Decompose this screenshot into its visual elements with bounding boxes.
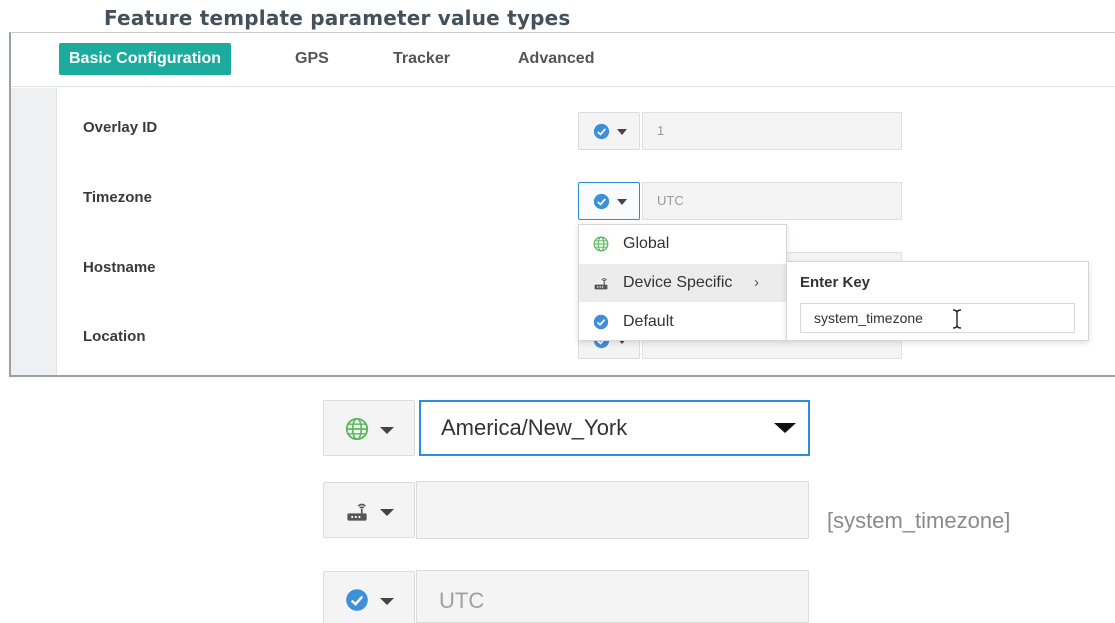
device-specific-value-field[interactable] [416,481,809,539]
dropdown-arrow-icon [774,423,796,433]
text-cursor-icon [952,309,962,329]
hostname-label: Hostname [83,259,156,276]
check-circle-icon [346,589,368,611]
tab-bar: Basic Configuration GPS Tracker Advanced [11,33,1115,87]
default-value-field[interactable]: UTC [416,570,809,623]
global-value: America/New_York [441,415,628,440]
menu-item-label: Device Specific [623,274,733,291]
timezone-field[interactable]: UTC [642,182,902,220]
router-icon [594,278,608,290]
check-circle-icon [593,193,610,210]
figure-heading: Feature template parameter value types [104,6,571,30]
timezone-type-button[interactable] [578,182,640,220]
device-specific-type-button[interactable] [323,482,415,538]
menu-item-default[interactable]: Default [579,303,786,341]
chevron-down-icon [617,129,627,135]
page: Feature template parameter value types B… [0,0,1115,623]
tab-basic-configuration[interactable]: Basic Configuration [59,43,232,75]
enter-key-title: Enter Key [800,274,871,291]
tab-gps[interactable]: GPS [285,43,339,75]
router-icon [347,503,367,521]
overlay-id-type-button[interactable] [578,112,640,150]
timezone-label: Timezone [83,189,152,206]
enter-key-panel: Enter Key system_timezone [786,261,1089,341]
device-variable-label: [system_timezone] [827,508,1011,533]
feature-template-panel: Basic Configuration GPS Tracker Advanced… [9,32,1115,377]
location-label: Location [83,328,146,345]
check-circle-icon [593,314,609,330]
check-circle-icon [593,123,610,140]
menu-item-device-specific[interactable]: Device Specific › [579,264,786,302]
device-key-input[interactable]: system_timezone [800,303,1075,333]
chevron-down-icon [380,598,394,605]
global-value-select[interactable]: America/New_York [419,400,810,456]
overlay-id-field[interactable]: 1 [642,112,902,150]
default-type-button[interactable] [323,571,415,623]
menu-item-label: Default [623,313,674,330]
chevron-down-icon [380,509,394,516]
globe-icon [345,417,369,441]
chevron-down-icon [617,199,627,205]
value-type-menu: Global Device Specific › Default [578,224,787,341]
side-strip [11,88,57,375]
tab-advanced[interactable]: Advanced [508,43,604,75]
overlay-id-label: Overlay ID [83,119,158,136]
chevron-down-icon [380,427,394,434]
tab-tracker[interactable]: Tracker [383,43,460,75]
globe-icon [593,236,609,252]
menu-item-global[interactable]: Global [579,225,786,263]
device-key-value: system_timezone [814,310,923,326]
chevron-right-icon: › [754,274,759,291]
menu-item-label: Global [623,235,670,252]
global-type-button[interactable] [323,400,415,456]
